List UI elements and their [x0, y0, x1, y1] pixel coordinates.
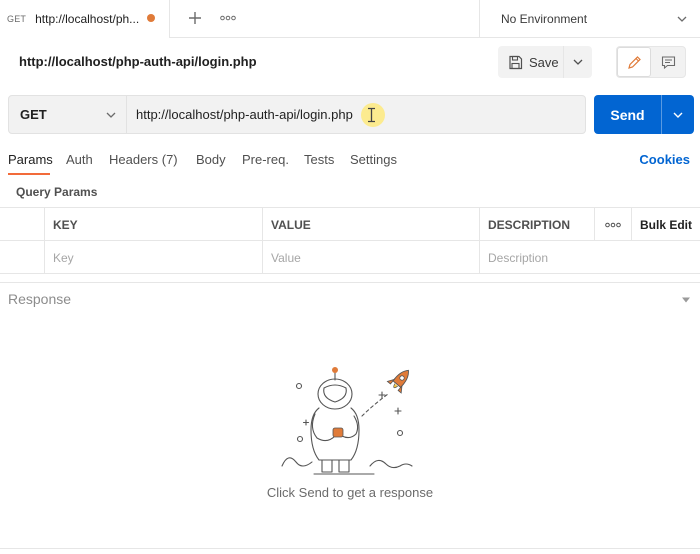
request-tab[interactable]: GET http://localhost/ph...	[0, 0, 170, 38]
value-column-header: VALUE	[262, 208, 479, 241]
save-button-group: Save	[498, 46, 592, 78]
new-tab-button[interactable]	[184, 7, 206, 29]
cookies-link[interactable]: Cookies	[639, 152, 690, 167]
pencil-icon	[627, 55, 641, 69]
method-select[interactable]: GET	[9, 96, 127, 133]
send-button[interactable]: Send	[594, 95, 662, 134]
astronaut-rocket-illustration	[281, 367, 413, 475]
column-options-button[interactable]	[594, 208, 631, 241]
chevron-down-icon	[106, 112, 116, 118]
bottom-divider	[0, 548, 700, 549]
query-params-heading: Query Params	[16, 185, 98, 199]
view-toggle	[616, 46, 686, 78]
tab-params[interactable]: Params	[8, 152, 53, 167]
send-button-group: Send	[594, 95, 694, 134]
response-divider	[0, 282, 700, 283]
tab-headers[interactable]: Headers (7)	[109, 152, 178, 167]
edit-view-button[interactable]	[617, 47, 651, 77]
chevron-down-icon	[677, 16, 687, 22]
plus-icon	[189, 12, 201, 24]
tab-settings[interactable]: Settings	[350, 152, 397, 167]
tab-tests[interactable]: Tests	[304, 152, 334, 167]
environment-label: No Environment	[501, 12, 588, 26]
tab-options-button[interactable]	[218, 8, 238, 28]
request-subtabs: Params Auth Headers (7) Body Pre-req. Te…	[0, 148, 700, 176]
tab-body[interactable]: Body	[196, 152, 226, 167]
more-icon	[605, 222, 621, 227]
tab-method: GET	[7, 14, 27, 24]
chevron-down-icon	[573, 59, 583, 65]
more-icon	[220, 15, 236, 21]
description-input[interactable]: Description	[479, 241, 700, 274]
text-cursor-icon	[368, 107, 375, 123]
row-checkbox-cell	[0, 241, 44, 274]
tab-pre-request[interactable]: Pre-req.	[242, 152, 289, 167]
select-column-header	[0, 208, 44, 241]
url-bar: GET http://localhost/php-auth-api/login.…	[8, 95, 586, 134]
key-input[interactable]: Key	[44, 241, 262, 274]
method-label: GET	[20, 107, 47, 122]
send-options-button[interactable]	[662, 95, 694, 134]
chevron-down-icon	[673, 112, 683, 118]
key-column-header: KEY	[44, 208, 262, 241]
bulk-edit-button[interactable]: Bulk Edit	[631, 208, 700, 241]
environment-selector[interactable]: No Environment	[479, 0, 700, 38]
save-options-button[interactable]	[564, 56, 592, 68]
url-input[interactable]: http://localhost/php-auth-api/login.php	[136, 96, 353, 133]
save-icon	[509, 55, 523, 69]
tab-auth[interactable]: Auth	[66, 152, 93, 167]
collapse-caret-icon[interactable]	[681, 296, 691, 304]
save-label: Save	[529, 54, 559, 70]
tab-title: http://localhost/ph...	[35, 12, 140, 26]
table-header-row: KEY VALUE DESCRIPTION Bulk Edit	[0, 208, 700, 241]
description-column-header: DESCRIPTION	[479, 208, 594, 241]
value-input[interactable]: Value	[262, 241, 479, 274]
comment-icon	[661, 55, 675, 69]
unsaved-dot-icon	[147, 14, 155, 22]
active-tab-indicator	[8, 173, 50, 175]
tab-bar: GET http://localhost/ph... No Environmen…	[0, 0, 700, 38]
request-title[interactable]: http://localhost/php-auth-api/login.php	[19, 54, 257, 69]
empty-response-message: Click Send to get a response	[266, 485, 434, 500]
table-row: Key Value Description	[0, 241, 700, 274]
query-params-table: KEY VALUE DESCRIPTION Bulk Edit Key Valu…	[0, 207, 700, 274]
response-heading[interactable]: Response	[8, 291, 71, 307]
comments-view-button[interactable]	[651, 47, 685, 77]
save-button[interactable]: Save	[498, 46, 564, 78]
